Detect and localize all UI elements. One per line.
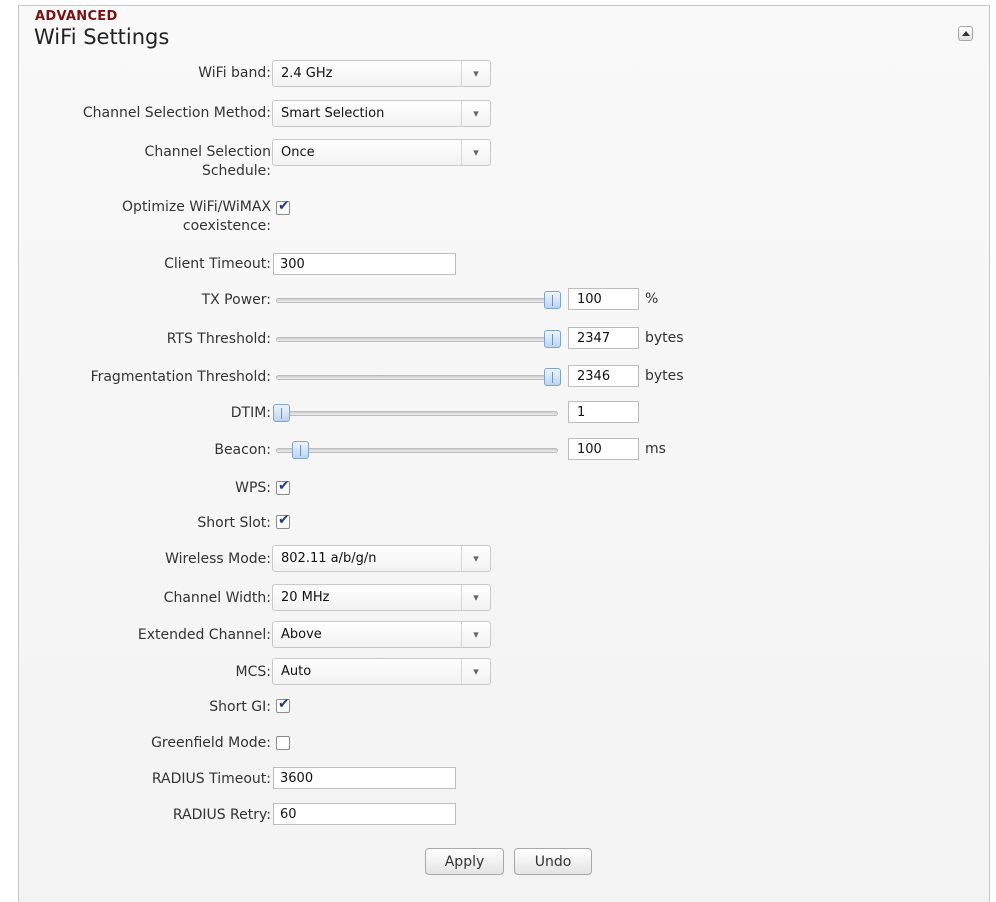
wifi-band-label: WiFi band: [198, 65, 271, 81]
radius-timeout-input[interactable] [273, 767, 456, 789]
greenfield-checkbox[interactable] [276, 736, 290, 750]
section-category: ADVANCED [35, 9, 118, 24]
slider-track [276, 298, 558, 303]
extended-channel-value: Above [281, 627, 322, 642]
frag-threshold-unit: bytes [645, 368, 684, 384]
channel-width-label: Channel Width: [163, 590, 271, 606]
mcs-select[interactable]: Auto ▾ [272, 658, 491, 685]
tx-power-label: TX Power: [201, 292, 271, 308]
radius-retry-label: RADIUS Retry: [172, 807, 271, 823]
short-gi-label: Short GI: [209, 699, 271, 715]
chevron-down-icon: ▾ [461, 61, 490, 86]
client-timeout-input[interactable] [273, 253, 456, 275]
extended-channel-label: Extended Channel: [137, 627, 271, 643]
chevron-down-icon: ▾ [461, 659, 490, 684]
frag-threshold-label: Fragmentation Threshold: [90, 369, 271, 385]
rts-threshold-unit: bytes [645, 330, 684, 346]
extended-channel-select[interactable]: Above ▾ [272, 621, 491, 648]
mcs-label: MCS: [235, 664, 271, 680]
greenfield-label: Greenfield Mode: [151, 735, 271, 751]
wireless-mode-value: 802.11 a/b/g/n [281, 551, 377, 566]
channel-schedule-value: Once [281, 145, 315, 160]
tx-power-unit: % [645, 291, 659, 307]
wps-label: WPS: [235, 480, 271, 496]
tx-power-input[interactable] [568, 288, 639, 310]
chevron-down-icon: ▾ [461, 140, 490, 165]
channel-schedule-label-line1: Channel Selection [144, 144, 271, 160]
beacon-slider[interactable] [273, 440, 561, 460]
slider-handle[interactable] [273, 404, 290, 422]
short-gi-checkbox[interactable] [276, 696, 290, 713]
frag-threshold-input[interactable] [568, 365, 639, 387]
slider-track [276, 411, 558, 416]
optimize-checkbox[interactable] [276, 198, 290, 215]
slider-track [276, 448, 558, 453]
chevron-down-icon: ▾ [461, 622, 490, 647]
slider-track [276, 375, 558, 380]
wifi-band-value: 2.4 GHz [281, 66, 333, 81]
chevron-down-icon: ▾ [461, 585, 490, 610]
undo-button[interactable]: Undo [514, 848, 592, 875]
slider-handle[interactable] [544, 291, 561, 309]
rts-threshold-slider[interactable] [273, 329, 561, 349]
channel-method-label: Channel Selection Method: [82, 105, 271, 121]
dtim-input[interactable] [568, 401, 639, 423]
slider-track [276, 337, 558, 342]
radius-timeout-label: RADIUS Timeout: [151, 771, 271, 787]
channel-width-value: 20 MHz [281, 590, 330, 605]
rts-threshold-label: RTS Threshold: [166, 331, 271, 347]
collapse-up-icon [961, 31, 970, 36]
slider-handle[interactable] [292, 441, 309, 459]
short-slot-checkbox[interactable] [276, 512, 290, 529]
channel-method-select[interactable]: Smart Selection ▾ [272, 100, 491, 127]
slider-handle[interactable] [544, 330, 561, 348]
radius-retry-input[interactable] [273, 803, 456, 825]
channel-schedule-label: Channel Selection Schedule: [145, 143, 271, 181]
chevron-down-icon: ▾ [461, 101, 490, 126]
wifi-band-select[interactable]: 2.4 GHz ▾ [272, 60, 491, 87]
collapse-button[interactable] [958, 26, 973, 41]
beacon-label: Beacon: [214, 442, 271, 458]
frag-threshold-slider[interactable] [273, 367, 561, 387]
optimize-label: Optimize WiFi/WiMAX coexistence: [122, 198, 271, 236]
mcs-value: Auto [281, 664, 312, 679]
wps-checkbox[interactable] [276, 478, 290, 495]
dtim-slider[interactable] [273, 403, 561, 423]
beacon-input[interactable] [568, 438, 639, 460]
channel-width-select[interactable]: 20 MHz ▾ [272, 584, 491, 611]
optimize-label-line1: Optimize WiFi/WiMAX [122, 199, 271, 215]
client-timeout-label: Client Timeout: [164, 256, 271, 272]
optimize-label-line2: coexistence: [182, 218, 271, 234]
rts-threshold-input[interactable] [568, 327, 639, 349]
channel-schedule-label-line2: Schedule: [201, 163, 271, 179]
tx-power-slider[interactable] [273, 290, 561, 310]
chevron-down-icon: ▾ [461, 546, 490, 571]
channel-method-value: Smart Selection [281, 106, 385, 121]
wireless-mode-select[interactable]: 802.11 a/b/g/n ▾ [272, 545, 491, 572]
short-slot-label: Short Slot: [197, 515, 271, 531]
wireless-mode-label: Wireless Mode: [165, 551, 271, 567]
channel-schedule-select[interactable]: Once ▾ [272, 139, 491, 166]
apply-button[interactable]: Apply [425, 848, 504, 875]
page-title: WiFi Settings [34, 25, 170, 49]
dtim-label: DTIM: [230, 405, 271, 421]
beacon-unit: ms [645, 441, 666, 457]
slider-handle[interactable] [544, 368, 561, 386]
